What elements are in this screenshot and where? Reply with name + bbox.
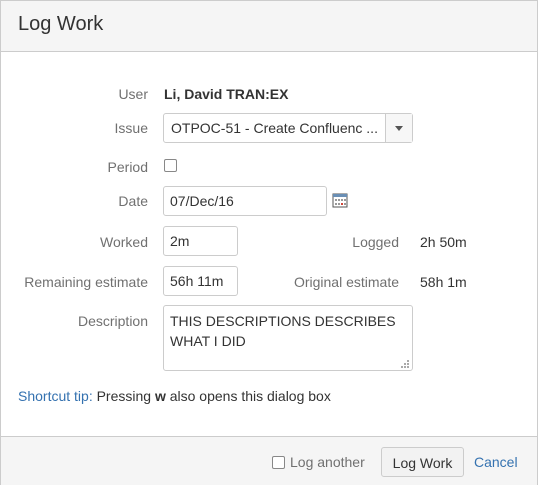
worked-input[interactable] (163, 226, 238, 256)
dialog-footer: Log another Log Work Cancel (1, 436, 537, 485)
issue-select[interactable]: OTPOC-51 - Create Confluenc ... (163, 113, 413, 143)
remaining-estimate-input[interactable] (163, 266, 238, 296)
cancel-link[interactable]: Cancel (474, 454, 518, 470)
shortcut-key: w (154, 388, 166, 404)
logged-value: 2h 50m (420, 234, 467, 250)
issue-select-value: OTPOC-51 - Create Confluenc ... (171, 120, 378, 136)
period-label: Period (107, 159, 148, 175)
user-value: Li, David TRAN:EX (164, 86, 289, 102)
description-textarea[interactable]: THIS DESCRIPTIONS DESCRIBES WHAT I DID (163, 305, 413, 371)
original-estimate-value: 58h 1m (420, 274, 467, 290)
dialog-title: Log Work (18, 13, 104, 35)
shortcut-tip-pre: Pressing (92, 388, 155, 404)
worked-label: Worked (100, 234, 148, 250)
shortcut-tip: Shortcut tip: Pressing w also opens this… (18, 388, 331, 404)
period-checkbox[interactable] (164, 159, 177, 172)
logged-label: Logged (352, 234, 399, 250)
date-input[interactable] (163, 186, 327, 216)
resize-grip-icon[interactable] (400, 359, 410, 369)
user-label: User (118, 86, 148, 102)
log-work-dialog: Log Work User Li, David TRAN:EX Issue OT… (0, 0, 538, 485)
issue-label: Issue (114, 120, 148, 136)
date-label: Date (118, 193, 148, 209)
dropdown-arrow-icon[interactable] (385, 114, 412, 142)
calendar-icon[interactable] (332, 192, 348, 208)
log-work-button[interactable]: Log Work (381, 447, 464, 477)
original-estimate-label: Original estimate (293, 274, 399, 290)
log-another-label[interactable]: Log another (290, 454, 365, 470)
description-label: Description (77, 313, 148, 329)
dialog-header: Log Work (1, 1, 537, 52)
log-another-checkbox[interactable] (272, 456, 285, 469)
shortcut-tip-post: also opens this dialog box (165, 388, 331, 404)
remaining-estimate-label: Remaining estimate (24, 274, 148, 290)
shortcut-tip-link[interactable]: Shortcut tip: (18, 388, 93, 404)
